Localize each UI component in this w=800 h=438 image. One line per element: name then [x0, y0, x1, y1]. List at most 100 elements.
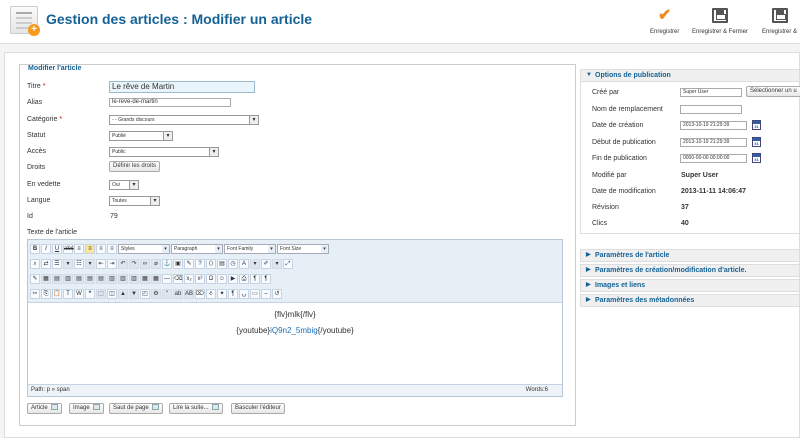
style-props-icon[interactable]: ⚙ — [151, 288, 161, 299]
chevron-down-icon[interactable]: ▾ — [85, 258, 95, 269]
font-size-select[interactable]: Font Size ▾ — [277, 243, 329, 254]
save-close-button[interactable]: Enregistrer & Fermer — [692, 8, 748, 35]
editor-content[interactable]: {flv}mlk{/flv} {youtube}iQ9n2_5mbig{/you… — [28, 304, 562, 383]
emoticon-icon[interactable]: ☺ — [217, 273, 227, 284]
creation-params-header[interactable]: ▶ Paramètres de création/modification d'a… — [580, 264, 800, 277]
insert-article-button[interactable]: Article — [27, 403, 62, 414]
row-before-icon[interactable]: ▤ — [74, 273, 84, 284]
element-path[interactable]: Path: p » span — [31, 387, 70, 393]
copy-icon[interactable]: ⎘ — [41, 288, 51, 299]
abbr-icon[interactable]: ab — [173, 288, 183, 299]
images-links-header[interactable]: ▶ Images et liens — [580, 279, 800, 292]
split-cells-icon[interactable]: ▦ — [140, 273, 150, 284]
calendar-icon[interactable]: 31 — [752, 137, 761, 147]
superscript-icon[interactable]: x² — [195, 273, 205, 284]
outdent-icon[interactable]: ⇤ — [96, 258, 106, 269]
align-left-icon[interactable]: ≡ — [74, 243, 84, 254]
status-select[interactable]: Publié ▾ — [109, 131, 173, 141]
cut-icon[interactable]: ✂ — [30, 288, 40, 299]
pagebreak-icon[interactable]: ⎯ — [261, 288, 271, 299]
search-icon[interactable]: ⌕ — [30, 258, 40, 269]
template-icon[interactable]: ▭ — [250, 288, 260, 299]
visual-chars-icon[interactable]: ¶ — [228, 288, 238, 299]
page-break-button[interactable]: Saut de page — [109, 403, 163, 414]
link-icon[interactable]: ∞ — [140, 258, 150, 269]
help-icon[interactable]: ? — [195, 258, 205, 269]
undo-icon[interactable]: ↶ — [118, 258, 128, 269]
forward-icon[interactable]: ▲ — [118, 288, 128, 299]
select-all-icon[interactable]: ⬚ — [96, 288, 106, 299]
category-select[interactable]: - - Grands discours ▾ — [109, 115, 259, 125]
print-icon[interactable]: ⎙ — [239, 273, 249, 284]
bullet-list-icon[interactable]: ☰ — [52, 258, 62, 269]
html-icon[interactable]: ⟨⟩ — [206, 258, 216, 269]
created-date-input[interactable]: 2013-10-19 21:29:39 — [680, 121, 747, 130]
publish-down-input[interactable]: 0000-00-00 00:00:00 — [680, 154, 747, 163]
cite-icon[interactable]: “ — [162, 288, 172, 299]
horizontal-rule-icon[interactable]: — — [162, 273, 172, 284]
access-select[interactable]: Public ▾ — [109, 147, 219, 157]
set-rights-button[interactable]: Définir les droits — [109, 161, 161, 172]
table-icon[interactable]: ▦ — [41, 273, 51, 284]
styles-select[interactable]: Styles ▾ — [118, 243, 170, 254]
attributes-icon[interactable]: ✦ — [217, 288, 227, 299]
table-cell-icon[interactable]: ▥ — [63, 273, 73, 284]
image-icon[interactable]: ▣ — [173, 258, 183, 269]
chevron-down-icon[interactable]: ▾ — [272, 258, 282, 269]
featured-select[interactable]: Oui ▾ — [109, 180, 139, 190]
unlink-icon[interactable]: ⌀ — [151, 258, 161, 269]
insert-date-icon[interactable]: ▤ — [217, 258, 227, 269]
title-input[interactable]: Le rêve de Martin — [109, 81, 255, 93]
align-right-icon[interactable]: ≡ — [96, 243, 106, 254]
publishing-options-header[interactable]: ▼ Options de publication — [580, 69, 800, 82]
insert-time-icon[interactable]: ◷ — [228, 258, 238, 269]
ltr-icon[interactable]: ¶ — [250, 273, 260, 284]
paragraph-select[interactable]: Paragraph ▾ — [171, 243, 223, 254]
highlight-color-icon[interactable]: ✐ — [261, 258, 271, 269]
toggle-editor-button[interactable]: Basculer l'éditeur — [231, 403, 285, 414]
strikethrough-button[interactable]: abc — [63, 243, 74, 254]
insert-layer-icon[interactable]: ◫ — [107, 288, 117, 299]
youtube-id-link[interactable]: iQ9n2_5mbig — [270, 326, 318, 335]
alias-name-input[interactable] — [680, 105, 742, 114]
text-color-icon[interactable]: A — [239, 258, 249, 269]
backward-icon[interactable]: ▼ — [129, 288, 139, 299]
calendar-icon[interactable]: 31 — [752, 120, 761, 130]
special-char-icon[interactable]: Ω — [206, 273, 216, 284]
absolute-icon[interactable]: ◰ — [140, 288, 150, 299]
align-justify-icon[interactable]: ≡ — [107, 243, 117, 254]
deletion-icon[interactable]: ⌦ — [195, 288, 205, 299]
merge-cells-icon[interactable]: ▦ — [151, 273, 161, 284]
redo-icon[interactable]: ↷ — [129, 258, 139, 269]
bold-button[interactable]: B — [30, 243, 40, 254]
insertion-icon[interactable]: ⎀ — [206, 288, 216, 299]
chevron-down-icon[interactable]: ▾ — [63, 258, 73, 269]
italic-button[interactable]: I — [41, 243, 51, 254]
paste-word-icon[interactable]: W — [74, 288, 84, 299]
paste-text-icon[interactable]: T — [63, 288, 73, 299]
calendar-icon[interactable]: 31 — [752, 153, 761, 163]
rtl-icon[interactable]: ¶ — [261, 273, 271, 284]
paste-icon[interactable]: 📋 — [52, 288, 62, 299]
delete-col-icon[interactable]: ▥ — [129, 273, 139, 284]
indent-icon[interactable]: ⇥ — [107, 258, 117, 269]
save-new-button[interactable]: Enregistrer & — [762, 8, 797, 35]
alias-input[interactable]: le-reve-de-martin — [109, 98, 231, 107]
replace-icon[interactable]: ⇄ — [41, 258, 51, 269]
nonbreaking-icon[interactable]: ⍽ — [239, 288, 249, 299]
font-family-select[interactable]: Font Family ▾ — [224, 243, 276, 254]
underline-button[interactable]: U — [52, 243, 62, 254]
language-select[interactable]: Toutes ▾ — [109, 196, 160, 206]
anchor-icon[interactable]: ⚓ — [162, 258, 172, 269]
remove-format-icon[interactable]: ⌫ — [173, 273, 183, 284]
chevron-down-icon[interactable]: ▾ — [250, 258, 260, 269]
insert-image-button[interactable]: Image — [69, 403, 104, 414]
edit-css-icon[interactable]: ✎ — [30, 273, 40, 284]
acronym-icon[interactable]: AB — [184, 288, 194, 299]
delete-row-icon[interactable]: ▤ — [96, 273, 106, 284]
media-icon[interactable]: ▶ — [228, 273, 238, 284]
publish-up-input[interactable]: 2013-10-19 21:29:39 — [680, 138, 747, 147]
fullscreen-icon[interactable]: ⤢ — [283, 258, 293, 269]
col-after-icon[interactable]: ▥ — [118, 273, 128, 284]
metadata-params-header[interactable]: ▶ Paramètres des métadonnées — [580, 294, 800, 307]
